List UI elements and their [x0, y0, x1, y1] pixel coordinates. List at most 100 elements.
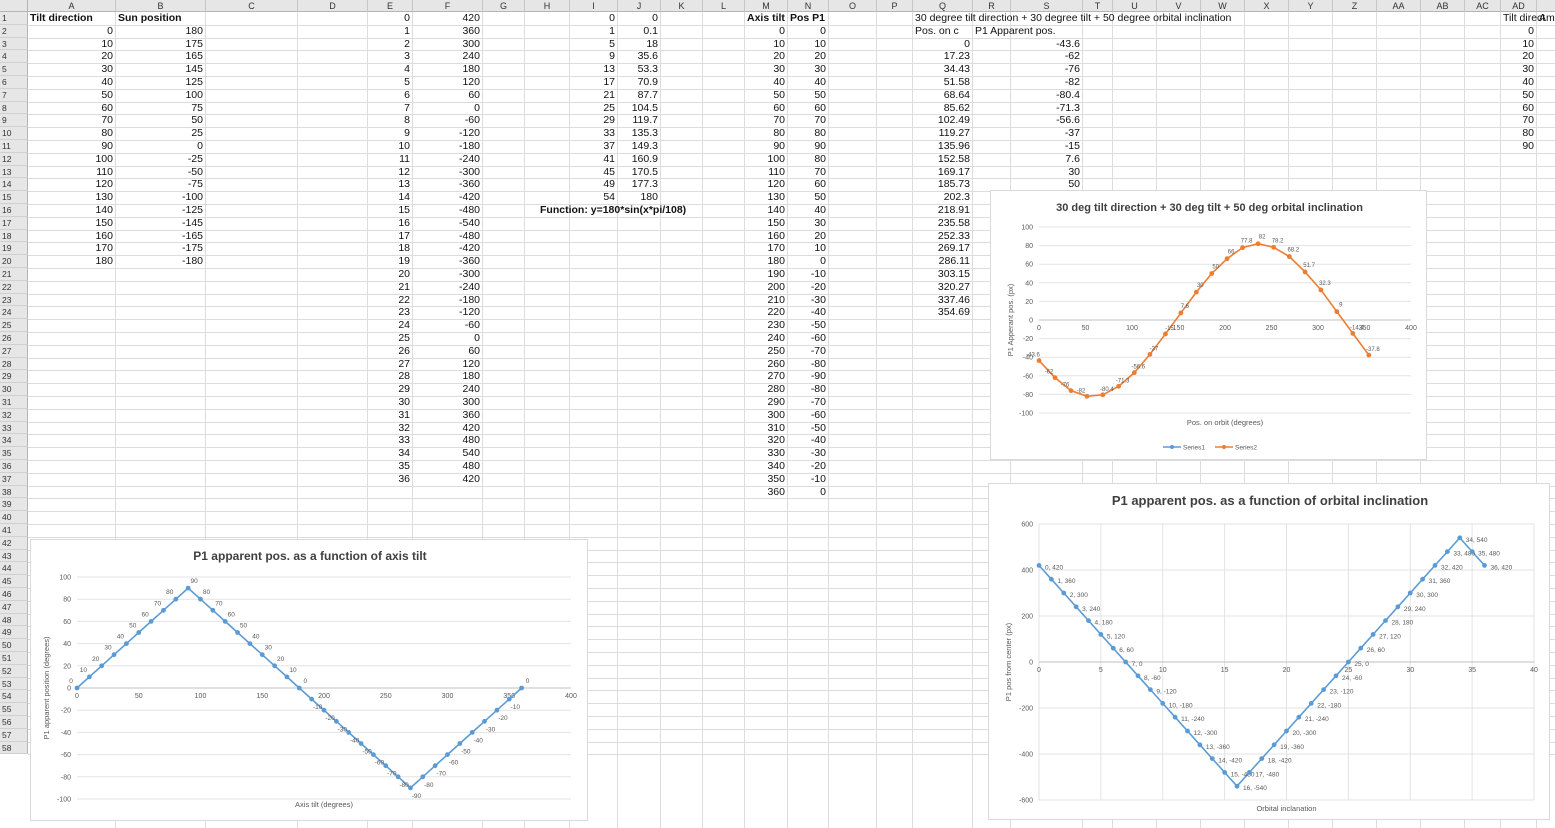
cell-n38[interactable]: 0 — [790, 486, 826, 499]
cell-a9[interactable]: 70 — [30, 114, 113, 127]
row-header-31[interactable]: 31 — [0, 396, 28, 409]
cell-s6[interactable]: -82 — [1013, 76, 1080, 89]
cell-e31[interactable]: 30 — [370, 396, 410, 409]
column-header-y[interactable]: Y — [1289, 0, 1333, 12]
row-header-5[interactable]: 5 — [0, 63, 28, 76]
cell-m15[interactable]: 130 — [747, 191, 785, 204]
column-header-f[interactable]: F — [413, 0, 483, 12]
cell-j3[interactable]: 18 — [620, 38, 658, 51]
cell-f7[interactable]: 60 — [415, 89, 480, 102]
row-header-32[interactable]: 32 — [0, 408, 28, 422]
cell-q10[interactable]: 119.27 — [915, 127, 970, 140]
cell-n35[interactable]: -30 — [790, 447, 826, 460]
row-header-41[interactable]: 41 — [0, 524, 28, 537]
cell-s4[interactable]: -62 — [1013, 50, 1080, 63]
cell-e28[interactable]: 27 — [370, 358, 410, 371]
cell-f12[interactable]: -240 — [415, 153, 480, 166]
cell-f13[interactable]: -300 — [415, 166, 480, 179]
cell-i5[interactable]: 13 — [572, 63, 615, 76]
row-header-17[interactable]: 17 — [0, 216, 28, 230]
cell-e17[interactable]: 16 — [370, 217, 410, 230]
cell-i6[interactable]: 17 — [572, 76, 615, 89]
cell-i8[interactable]: 25 — [572, 102, 615, 115]
row-header-7[interactable]: 7 — [0, 88, 28, 102]
spreadsheet-grid[interactable]: ABCDEFGHIJKLMNOPQRSTUVWXYZAAABACADAEAF 1… — [0, 0, 1555, 828]
cell-i4[interactable]: 9 — [572, 50, 615, 63]
cell-e19[interactable]: 18 — [370, 242, 410, 255]
column-header-l[interactable]: L — [703, 0, 745, 12]
cell-e4[interactable]: 3 — [370, 50, 410, 63]
cell-m4[interactable]: 20 — [747, 50, 785, 63]
cell-i9[interactable]: 29 — [572, 114, 615, 127]
cell-a7[interactable]: 50 — [30, 89, 113, 102]
column-header-k[interactable]: K — [661, 0, 703, 12]
column-header-p[interactable]: P — [877, 0, 913, 12]
column-header-b[interactable]: B — [116, 0, 206, 12]
cell-m18[interactable]: 160 — [747, 230, 785, 243]
cell-f3[interactable]: 300 — [415, 38, 480, 51]
row-header-11[interactable]: 11 — [0, 140, 28, 153]
cell-b5[interactable]: 145 — [118, 63, 203, 76]
cell-e11[interactable]: 10 — [370, 140, 410, 153]
row-header-38[interactable]: 38 — [0, 485, 28, 499]
cell-ad6[interactable]: 40 — [1503, 76, 1534, 89]
cell-m19[interactable]: 170 — [747, 242, 785, 255]
chart-orbital-inclination[interactable]: P1 apparent pos. as a function of orbita… — [988, 483, 1550, 820]
chart-axis-tilt[interactable]: P1 apparent pos. as a function of axis t… — [30, 539, 588, 821]
cell-ad11[interactable]: 90 — [1503, 140, 1534, 153]
column-header-g[interactable]: G — [483, 0, 525, 12]
cell-f1[interactable]: 420 — [415, 12, 480, 25]
row-header-28[interactable]: 28 — [0, 357, 28, 371]
cell-b17[interactable]: -145 — [118, 217, 203, 230]
row-header-6[interactable]: 6 — [0, 76, 28, 89]
column-header-a[interactable]: A — [28, 0, 116, 12]
cell-n21[interactable]: -10 — [790, 268, 826, 281]
cell-f32[interactable]: 360 — [415, 409, 480, 422]
cell-s13[interactable]: 30 — [1013, 166, 1080, 179]
cell-q12[interactable]: 152.58 — [915, 153, 970, 166]
cell-a10[interactable]: 80 — [30, 127, 113, 140]
cell-e3[interactable]: 2 — [370, 38, 410, 51]
cell-ad4[interactable]: 20 — [1503, 50, 1534, 63]
cell-n4[interactable]: 20 — [790, 50, 826, 63]
cell-ad5[interactable]: 30 — [1503, 63, 1534, 76]
row-header-24[interactable]: 24 — [0, 306, 28, 320]
cell-e2[interactable]: 1 — [370, 25, 410, 38]
cell-e13[interactable]: 12 — [370, 166, 410, 179]
row-header-53[interactable]: 53 — [0, 677, 28, 691]
cell-a19[interactable]: 170 — [30, 242, 113, 255]
row-header-16[interactable]: 16 — [0, 204, 28, 217]
cell-j9[interactable]: 119.7 — [620, 114, 659, 127]
cell-e1[interactable]: 0 — [370, 12, 410, 25]
cell-q14[interactable]: 185.73 — [915, 178, 970, 191]
cell-n10[interactable]: 80 — [790, 127, 826, 140]
cell-i14[interactable]: 49 — [572, 178, 615, 191]
cell-b6[interactable]: 125 — [118, 76, 203, 89]
cell-f37[interactable]: 420 — [415, 473, 480, 486]
row-header-26[interactable]: 26 — [0, 332, 28, 345]
cell-e35[interactable]: 34 — [370, 447, 410, 460]
cell-ad3[interactable]: 10 — [1503, 38, 1534, 51]
cell-e24[interactable]: 23 — [370, 306, 410, 319]
cell-m23[interactable]: 210 — [747, 294, 785, 307]
cell-m1[interactable]: Axis tilt — [747, 12, 785, 25]
cell-ad1[interactable]: Tilt direct — [1503, 12, 1545, 25]
cell-n8[interactable]: 60 — [790, 102, 826, 115]
cell-m22[interactable]: 200 — [747, 281, 785, 294]
cell-b16[interactable]: -125 — [118, 204, 203, 217]
cell-f29[interactable]: 180 — [415, 370, 480, 383]
cell-n7[interactable]: 50 — [790, 89, 826, 102]
cell-b20[interactable]: -180 — [118, 255, 203, 268]
cell-b18[interactable]: -165 — [118, 230, 203, 243]
cell-e7[interactable]: 6 — [370, 89, 410, 102]
row-header-3[interactable]: 3 — [0, 37, 28, 51]
cell-n25[interactable]: -50 — [790, 319, 826, 332]
cell-j6[interactable]: 70.9 — [620, 76, 658, 89]
cell-m11[interactable]: 90 — [747, 140, 785, 153]
cell-m2[interactable]: 0 — [747, 25, 785, 38]
cell-j4[interactable]: 35.6 — [620, 50, 658, 63]
cell-a2[interactable]: 0 — [30, 25, 113, 38]
column-header-ad[interactable]: AD — [1501, 0, 1537, 12]
cell-i3[interactable]: 5 — [572, 38, 615, 51]
cell-n1[interactable]: Pos P1 — [790, 12, 826, 25]
